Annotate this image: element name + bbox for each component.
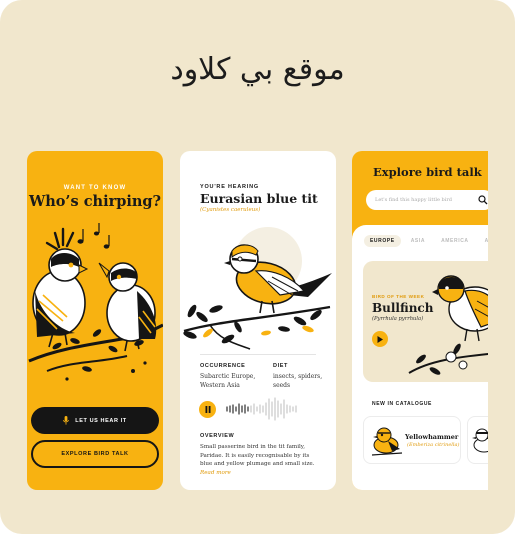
explore-bird-talk-label: EXPLORE BIRD TALK bbox=[61, 451, 129, 457]
read-more-link[interactable]: Read more bbox=[200, 470, 231, 476]
blue-tit-illustration bbox=[183, 227, 332, 350]
diet-line: seeds bbox=[273, 382, 291, 389]
search-field[interactable]: Let's find this happy little bird bbox=[366, 190, 488, 210]
tab-africa[interactable]: AFRICA bbox=[479, 235, 488, 247]
tab-asia[interactable]: ASIA bbox=[405, 235, 431, 247]
microphone-icon bbox=[63, 416, 70, 425]
overview-text: Small passerine bird in the tit family, … bbox=[200, 443, 318, 477]
promo-canvas: موقع بي كلاود WANT TO KNOW Who’s chirpin… bbox=[0, 0, 515, 534]
catalogue-item-latin: (Emberiza citrinella) bbox=[407, 442, 460, 448]
welcome-kicker: WANT TO KNOW bbox=[63, 185, 127, 191]
let-us-hear-it-button[interactable]: LET US HEAR IT bbox=[31, 407, 159, 434]
occurrence-label: OCCURRENCE bbox=[200, 363, 246, 369]
catalogue-label: NEW IN CATALOGUE bbox=[372, 401, 432, 407]
catalogue-item-card-partial[interactable] bbox=[467, 416, 488, 464]
region-tabs: EUROPE ASIA AMERICA AFRICA bbox=[364, 235, 488, 247]
bird-of-the-week-card[interactable]: BIRD OF THE WEEK Bullfinch (Pyrrhula pyr… bbox=[363, 261, 488, 382]
tab-america[interactable]: AMERICA bbox=[435, 235, 475, 247]
play-icon bbox=[377, 335, 383, 343]
audio-waveform[interactable] bbox=[225, 396, 320, 422]
diet-value: insects, spiders, seeds bbox=[273, 372, 322, 390]
search-icon[interactable] bbox=[478, 195, 488, 205]
tab-europe[interactable]: EUROPE bbox=[364, 235, 401, 247]
play-button[interactable] bbox=[372, 331, 388, 347]
chirping-birds-illustration bbox=[28, 223, 163, 381]
occurrence-value: Subarctic Europe, Western Asia bbox=[200, 372, 255, 390]
bullfinch-illustration bbox=[408, 275, 488, 375]
promo-headline: موقع بي كلاود bbox=[170, 52, 345, 87]
occurrence-line: Subarctic Europe, bbox=[200, 373, 256, 380]
overview-label: OVERVIEW bbox=[200, 433, 235, 439]
hearing-kicker: YOU'RE HEARING bbox=[200, 184, 259, 190]
search-placeholder: Let's find this happy little bird bbox=[375, 197, 452, 203]
explore-title: Explore bird talk bbox=[373, 165, 482, 179]
welcome-title: Who’s chirping? bbox=[28, 193, 162, 210]
explore-bird-talk-button[interactable]: EXPLORE BIRD TALK bbox=[31, 440, 159, 468]
diet-line: insects, spiders, bbox=[273, 373, 323, 380]
bird-latin-name: (Cyanistes caeruleus) bbox=[200, 207, 261, 213]
phone-screen-now-hearing: YOU'RE HEARING Eurasian blue tit (Cyanis… bbox=[180, 151, 336, 490]
pause-button[interactable] bbox=[199, 401, 216, 418]
let-us-hear-it-label: LET US HEAR IT bbox=[75, 417, 127, 424]
occurrence-line: Western Asia bbox=[200, 382, 240, 389]
phone-screen-explore: Explore bird talk Let's find this happy … bbox=[352, 151, 488, 490]
overview-body: Small passerine bird in the tit family, … bbox=[200, 444, 315, 467]
bird-thumbnail bbox=[472, 428, 488, 453]
catalogue-item-title: Yellowhammer bbox=[405, 433, 459, 441]
bird-title: Eurasian blue tit bbox=[200, 191, 318, 206]
diet-label: DIET bbox=[273, 363, 288, 369]
phone-screen-welcome: WANT TO KNOW Who’s chirping? LET US HEAR… bbox=[27, 151, 163, 490]
yellowhammer-illustration bbox=[371, 427, 403, 456]
pause-icon bbox=[205, 406, 210, 413]
catalogue-item-card[interactable]: Yellowhammer (Emberiza citrinella) bbox=[363, 416, 461, 464]
section-divider bbox=[200, 354, 316, 355]
